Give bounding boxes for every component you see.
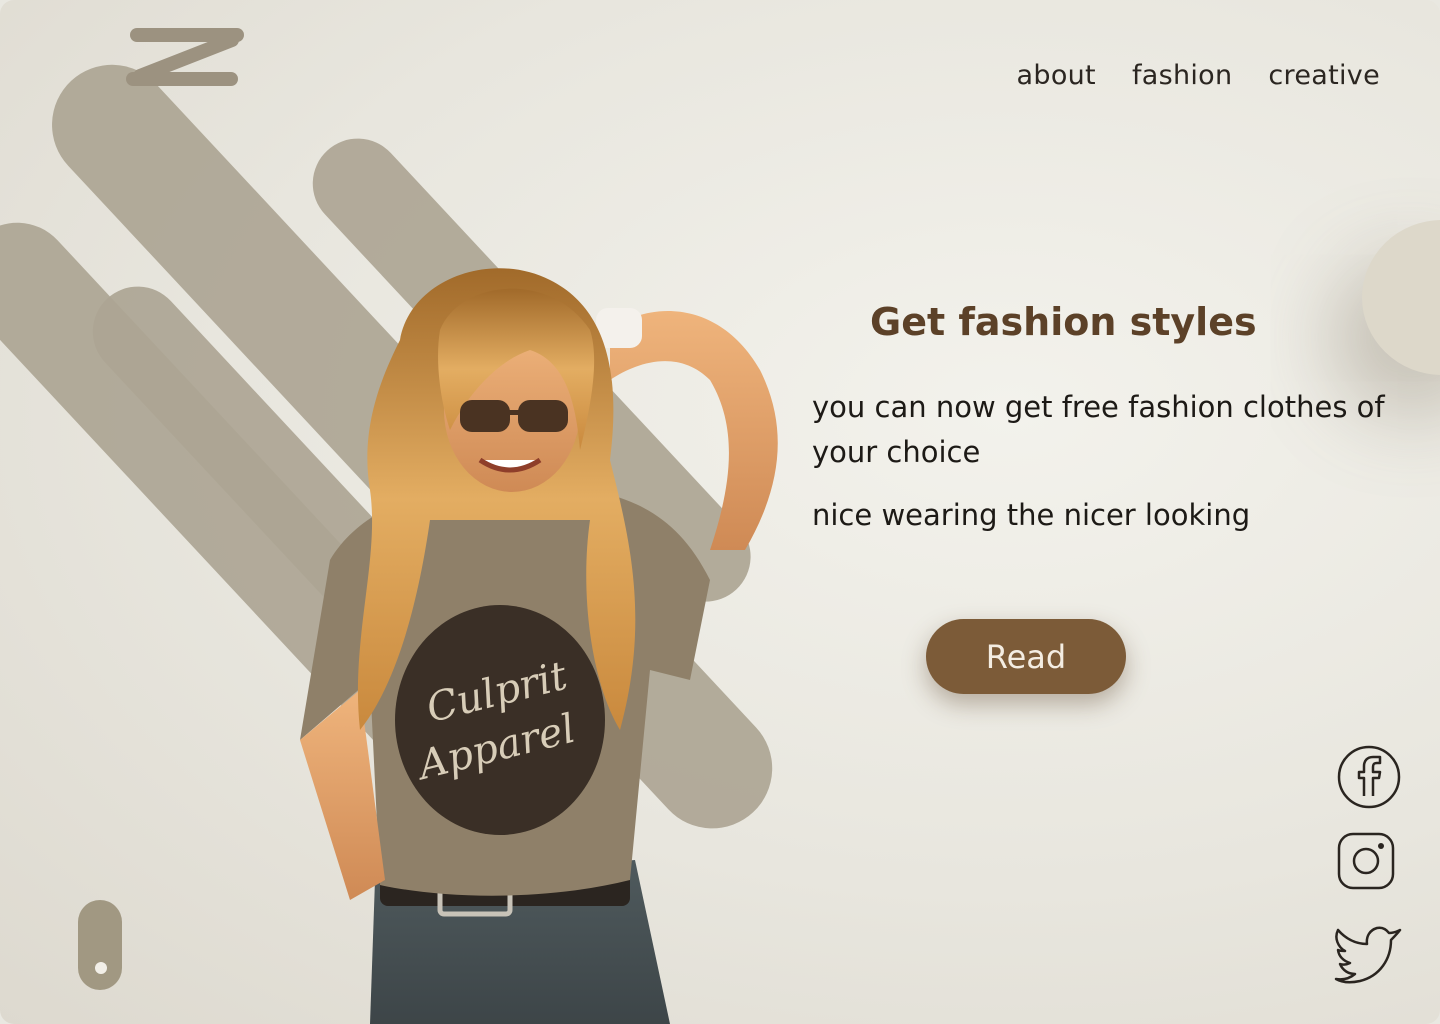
facebook-icon[interactable] <box>1336 744 1402 810</box>
landing-page: about fashion creative Culprit Apparel G… <box>0 0 1440 1024</box>
nav-fashion[interactable]: fashion <box>1132 60 1232 91</box>
nav-about[interactable]: about <box>1017 60 1096 91</box>
hero-description: you can now get free fashion clothes of … <box>812 390 1385 469</box>
top-nav: about fashion creative <box>1017 60 1380 91</box>
twitter-icon[interactable] <box>1334 924 1404 984</box>
scroll-indicator-dot <box>95 962 107 974</box>
decorative-circle <box>1362 220 1440 375</box>
nav-creative[interactable]: creative <box>1268 60 1380 91</box>
hero-title: Get fashion styles <box>870 300 1257 344</box>
scroll-indicator[interactable] <box>78 900 122 990</box>
hero-tagline: nice wearing the nicer looking <box>812 498 1251 532</box>
read-button[interactable]: Read <box>926 619 1126 694</box>
instagram-icon[interactable] <box>1336 831 1396 891</box>
brand-logo[interactable] <box>120 22 250 94</box>
model-image: Culprit Apparel <box>300 268 778 1024</box>
